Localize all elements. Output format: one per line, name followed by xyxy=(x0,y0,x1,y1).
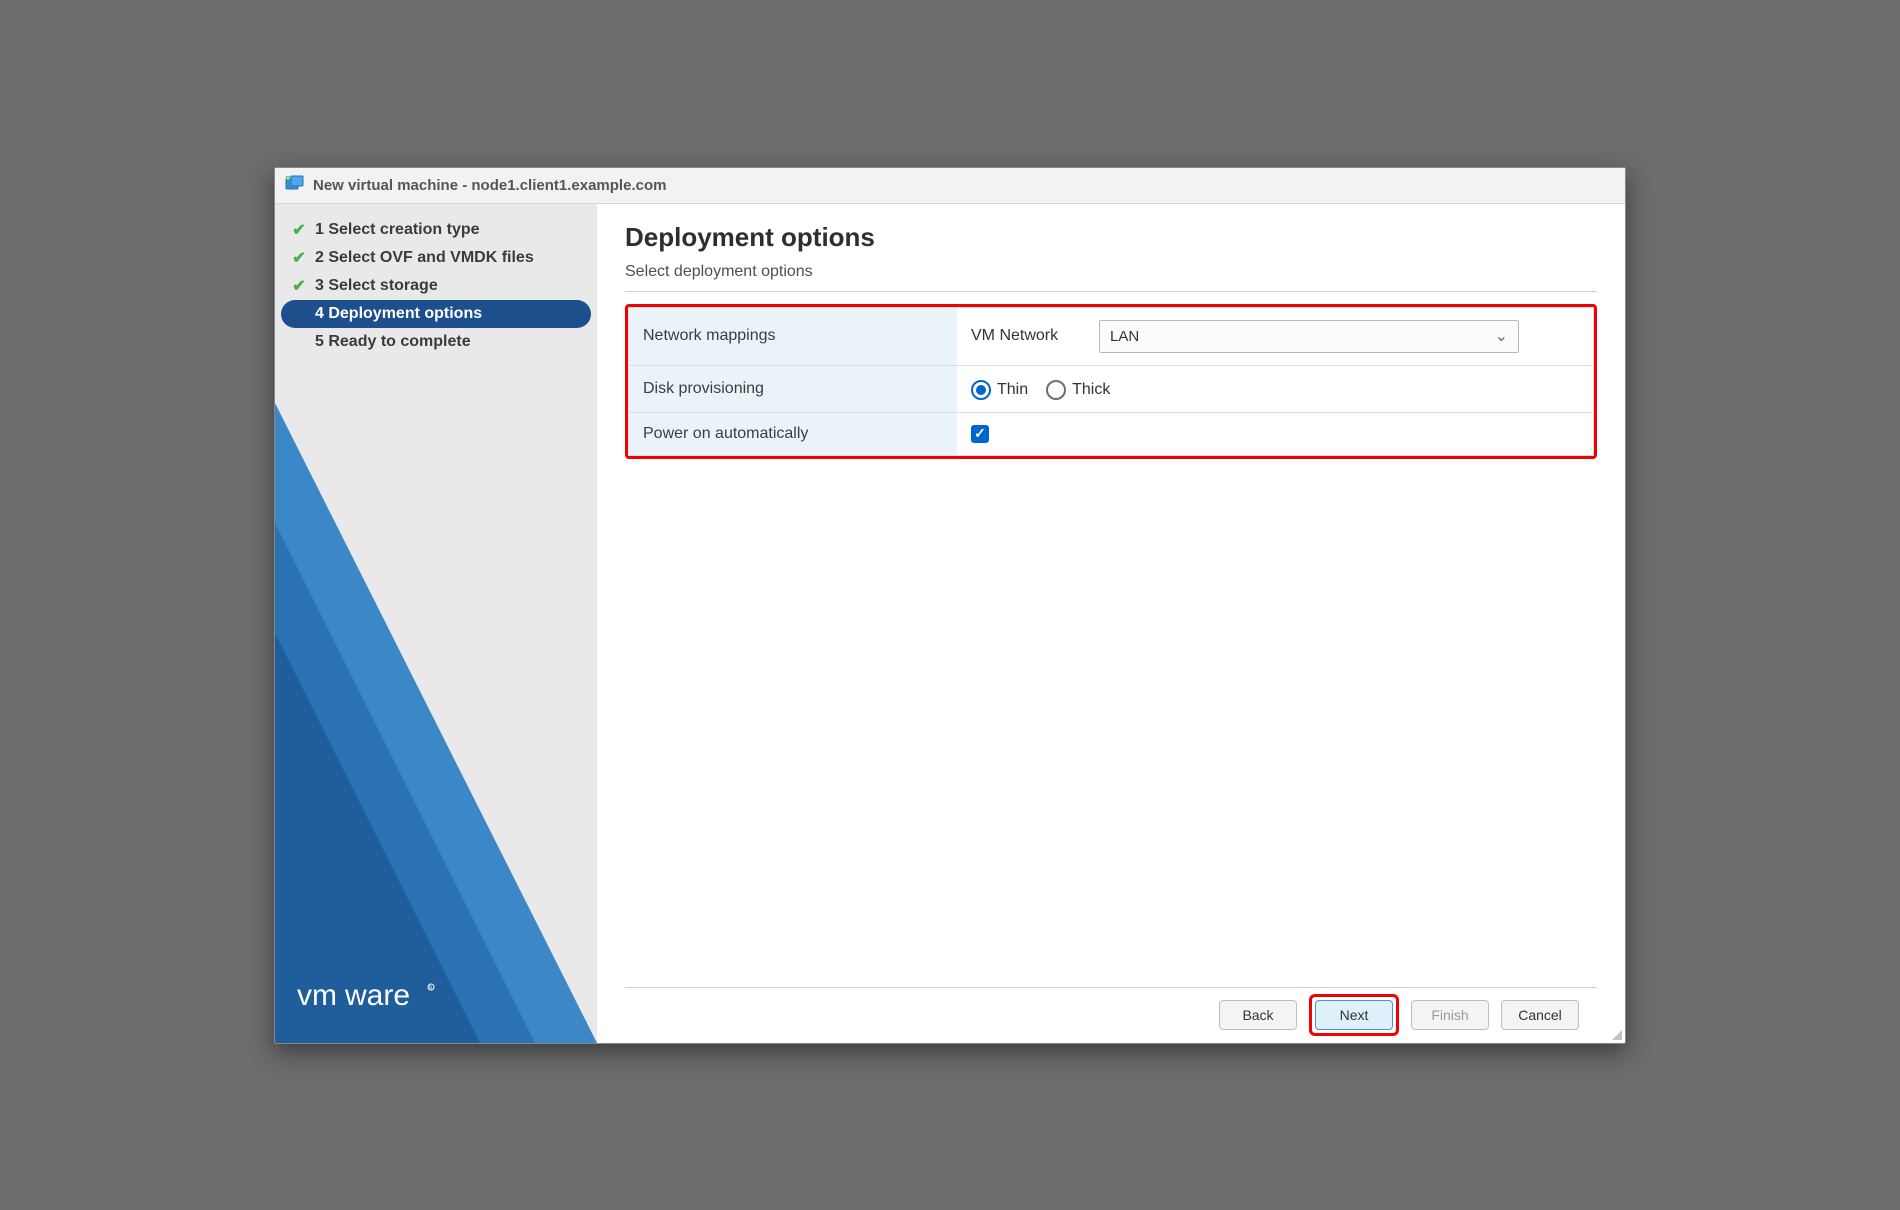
chevron-down-icon: ⌄ xyxy=(1495,326,1508,346)
titlebar: New virtual machine - node1.client1.exam… xyxy=(275,168,1625,204)
next-button[interactable]: Next xyxy=(1315,1000,1393,1030)
check-icon: ✔ xyxy=(291,222,307,238)
next-highlight: Next xyxy=(1309,994,1399,1036)
cancel-button[interactable]: Cancel xyxy=(1501,1000,1579,1030)
wizard-steps: ✔ 1 Select creation type ✔ 2 Select OVF … xyxy=(275,204,597,356)
step-select-storage[interactable]: ✔ 3 Select storage xyxy=(275,272,597,300)
step-deployment-options[interactable]: ✔ 4 Deployment options xyxy=(281,300,591,328)
step-label: 3 Select storage xyxy=(315,277,438,295)
label-disk-provisioning: Disk provisioning xyxy=(629,365,958,412)
network-target-select[interactable]: LAN ⌄ xyxy=(1099,320,1519,353)
step-label: 2 Select OVF and VMDK files xyxy=(315,249,534,267)
vm-icon xyxy=(285,175,305,195)
step-label: 5 Ready to complete xyxy=(315,333,471,351)
row-disk-provisioning: Disk provisioning Thin Thick xyxy=(629,365,1594,412)
radio-icon xyxy=(971,380,991,400)
resize-grip-icon[interactable] xyxy=(1612,1030,1622,1040)
radio-thin[interactable]: Thin xyxy=(971,380,1028,400)
label-network-mappings: Network mappings xyxy=(629,307,958,365)
radio-thick-label: Thick xyxy=(1072,381,1110,399)
radio-thick[interactable]: Thick xyxy=(1046,380,1110,400)
back-button[interactable]: Back xyxy=(1219,1000,1297,1030)
step-label: 4 Deployment options xyxy=(315,305,482,323)
row-network-mappings: Network mappings VM Network LAN ⌄ xyxy=(629,307,1594,365)
radio-icon xyxy=(1046,380,1066,400)
divider xyxy=(625,291,1597,292)
svg-text:R: R xyxy=(429,985,433,991)
step-select-creation-type[interactable]: ✔ 1 Select creation type xyxy=(275,216,597,244)
label-power-on: Power on automatically xyxy=(629,412,958,456)
svg-text:vm: vm xyxy=(297,979,337,1012)
step-label: 1 Select creation type xyxy=(315,221,480,239)
check-icon: ✔ xyxy=(291,250,307,266)
vmware-logo: vm ware R xyxy=(297,978,537,1017)
wizard-sidebar: ✔ 1 Select creation type ✔ 2 Select OVF … xyxy=(275,204,597,1043)
check-icon: ✔ xyxy=(291,278,307,294)
deployment-options-table: Network mappings VM Network LAN ⌄ xyxy=(628,307,1594,457)
row-power-on: Power on automatically ✓ xyxy=(629,412,1594,456)
page-title: Deployment options xyxy=(625,222,1597,253)
finish-button: Finish xyxy=(1411,1000,1489,1030)
wizard-footer: Back Next Finish Cancel xyxy=(625,987,1597,1043)
network-target-value: LAN xyxy=(1110,328,1139,345)
radio-thin-label: Thin xyxy=(997,381,1028,399)
network-source-name: VM Network xyxy=(971,327,1081,345)
svg-text:ware: ware xyxy=(344,979,410,1012)
step-ready-to-complete: ✔ 5 Ready to complete xyxy=(275,328,597,356)
page-subtitle: Select deployment options xyxy=(625,263,1597,281)
options-highlight: Network mappings VM Network LAN ⌄ xyxy=(625,304,1597,460)
wizard-dialog: New virtual machine - node1.client1.exam… xyxy=(274,167,1626,1044)
power-on-checkbox[interactable]: ✓ xyxy=(971,425,989,443)
step-select-ovf-vmdk[interactable]: ✔ 2 Select OVF and VMDK files xyxy=(275,244,597,272)
window-title: New virtual machine - node1.client1.exam… xyxy=(313,177,666,194)
wizard-main: Deployment options Select deployment opt… xyxy=(597,204,1625,1043)
